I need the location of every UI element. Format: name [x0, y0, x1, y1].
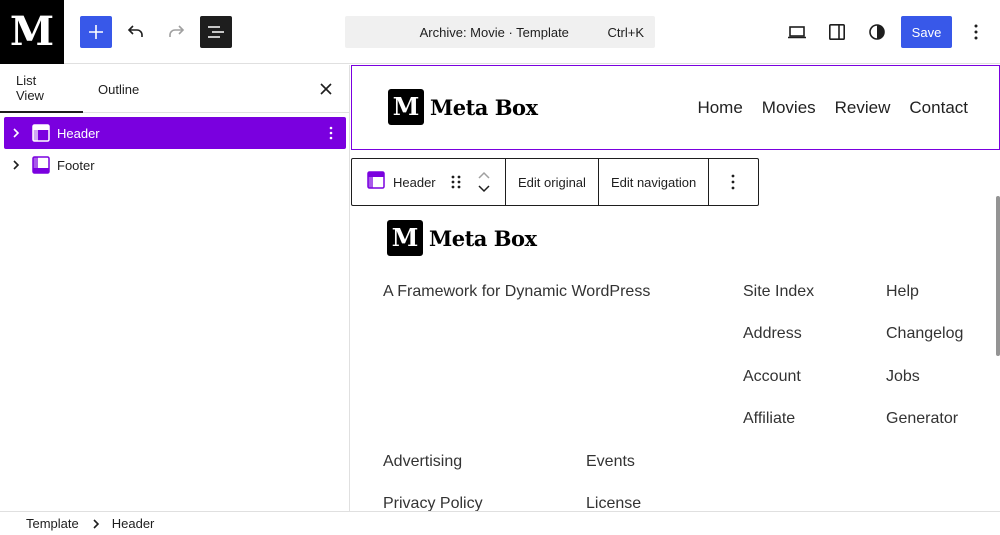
footer-link[interactable]: Advertising	[383, 453, 462, 471]
footer-link[interactable]: License	[586, 495, 641, 511]
footer-link[interactable]: Privacy Policy	[383, 495, 483, 511]
drag-handle[interactable]	[449, 174, 463, 190]
site-title[interactable]: Meta Box	[430, 95, 538, 120]
tab-list-view[interactable]: List View	[0, 65, 83, 113]
chevron-right-icon	[92, 518, 100, 529]
item-options-button[interactable]	[316, 125, 346, 141]
close-icon	[320, 83, 332, 95]
styles-button[interactable]	[861, 16, 893, 48]
sidebar-toggle-icon	[829, 24, 845, 40]
options-button[interactable]	[960, 16, 992, 48]
document-overview-button[interactable]	[200, 16, 232, 48]
device-preview-button[interactable]	[781, 16, 813, 48]
breadcrumb-header[interactable]: Header	[112, 516, 155, 531]
canvas-scrollbar[interactable]	[996, 196, 1000, 356]
document-title: Archive: Movie · Template	[419, 24, 569, 40]
panel-tabs: List View Outline	[0, 65, 349, 113]
drag-handle-icon	[451, 175, 461, 189]
vertical-ellipsis-icon	[974, 24, 978, 40]
header-template-part[interactable]: M Meta Box Home Movies Review Contact	[351, 65, 1000, 150]
save-button[interactable]: Save	[901, 16, 952, 48]
footer-site-brand[interactable]: M Meta Box	[387, 220, 537, 256]
template-part-header-icon[interactable]	[367, 170, 385, 194]
settings-button[interactable]	[821, 16, 853, 48]
redo-button[interactable]	[160, 16, 192, 48]
template-part-header-icon	[29, 124, 53, 142]
nav-link-contact[interactable]: Contact	[909, 98, 968, 118]
document-overview-panel: List View Outline Header Footer	[0, 65, 350, 511]
footer-link[interactable]: Account	[743, 368, 801, 386]
undo-button[interactable]	[120, 16, 152, 48]
list-item-label: Footer	[57, 157, 95, 173]
keyboard-shortcut: Ctrl+K	[607, 24, 644, 40]
move-up-icon[interactable]	[477, 171, 491, 179]
header-navigation: Home Movies Review Contact	[697, 98, 968, 118]
site-logo: M	[387, 220, 423, 256]
block-toolbar: Header Edit original Edit navigation	[351, 158, 759, 206]
vertical-ellipsis-icon	[329, 126, 333, 140]
tab-outline[interactable]: Outline	[98, 65, 139, 113]
list-view-icon	[208, 26, 224, 38]
block-switcher: Header	[352, 159, 506, 205]
add-block-button[interactable]	[80, 16, 112, 48]
edit-original-group: Edit original	[506, 159, 599, 205]
chevron-right-icon	[13, 128, 20, 138]
expand-footer-toggle[interactable]	[5, 159, 27, 171]
footer-link[interactable]: Changelog	[886, 325, 963, 343]
template-part-footer-icon	[29, 156, 53, 174]
nav-link-review[interactable]: Review	[835, 98, 891, 118]
nav-link-home[interactable]: Home	[697, 98, 742, 118]
site-tagline[interactable]: A Framework for Dynamic WordPress	[383, 283, 650, 301]
site-title[interactable]: Meta Box	[429, 226, 537, 251]
footer-link[interactable]: Generator	[886, 410, 958, 428]
chevron-right-icon	[13, 160, 20, 170]
expand-header-toggle[interactable]	[5, 127, 27, 139]
close-panel-button[interactable]	[314, 77, 338, 101]
edit-navigation-button[interactable]: Edit navigation	[599, 175, 708, 190]
breadcrumb-template[interactable]: Template	[26, 516, 79, 531]
edit-navigation-group: Edit navigation	[599, 159, 710, 205]
block-movers	[476, 171, 492, 193]
site-logo: M	[388, 89, 424, 125]
footer-link[interactable]: Jobs	[886, 368, 920, 386]
header-site-brand[interactable]: M Meta Box	[388, 89, 538, 125]
site-logo-letter: M	[391, 223, 419, 252]
redo-icon	[169, 25, 185, 37]
footer-link[interactable]: Affiliate	[743, 410, 795, 428]
site-logo-letter: M	[392, 92, 420, 121]
list-item-header[interactable]: Header	[4, 117, 346, 149]
block-options-button[interactable]	[709, 159, 757, 205]
laptop-icon	[788, 26, 806, 39]
site-logo-button[interactable]: M	[0, 0, 64, 64]
site-logo-letter: M	[9, 8, 55, 55]
editor-top-bar: M Archive: Movie · Template Ctrl+K Save	[0, 0, 1000, 64]
plus-icon	[89, 25, 103, 39]
block-breadcrumb: Template Header	[0, 511, 1000, 535]
vertical-ellipsis-icon	[731, 174, 735, 190]
block-type-label: Header	[393, 174, 436, 190]
list-item-label: Header	[57, 125, 100, 141]
edit-original-button[interactable]: Edit original	[506, 175, 598, 190]
move-down-icon[interactable]	[477, 185, 491, 193]
footer-link[interactable]: Address	[743, 325, 802, 343]
footer-link[interactable]: Help	[886, 283, 919, 301]
half-circle-icon	[869, 24, 885, 40]
footer-link[interactable]: Events	[586, 453, 635, 471]
command-palette-bar[interactable]: Archive: Movie · Template Ctrl+K	[345, 16, 655, 48]
undo-icon	[127, 25, 143, 37]
editor-canvas[interactable]: M Meta Box Home Movies Review Contact M …	[351, 65, 1000, 511]
list-item-footer[interactable]: Footer	[4, 149, 346, 181]
nav-link-movies[interactable]: Movies	[762, 98, 816, 118]
footer-link[interactable]: Site Index	[743, 283, 814, 301]
